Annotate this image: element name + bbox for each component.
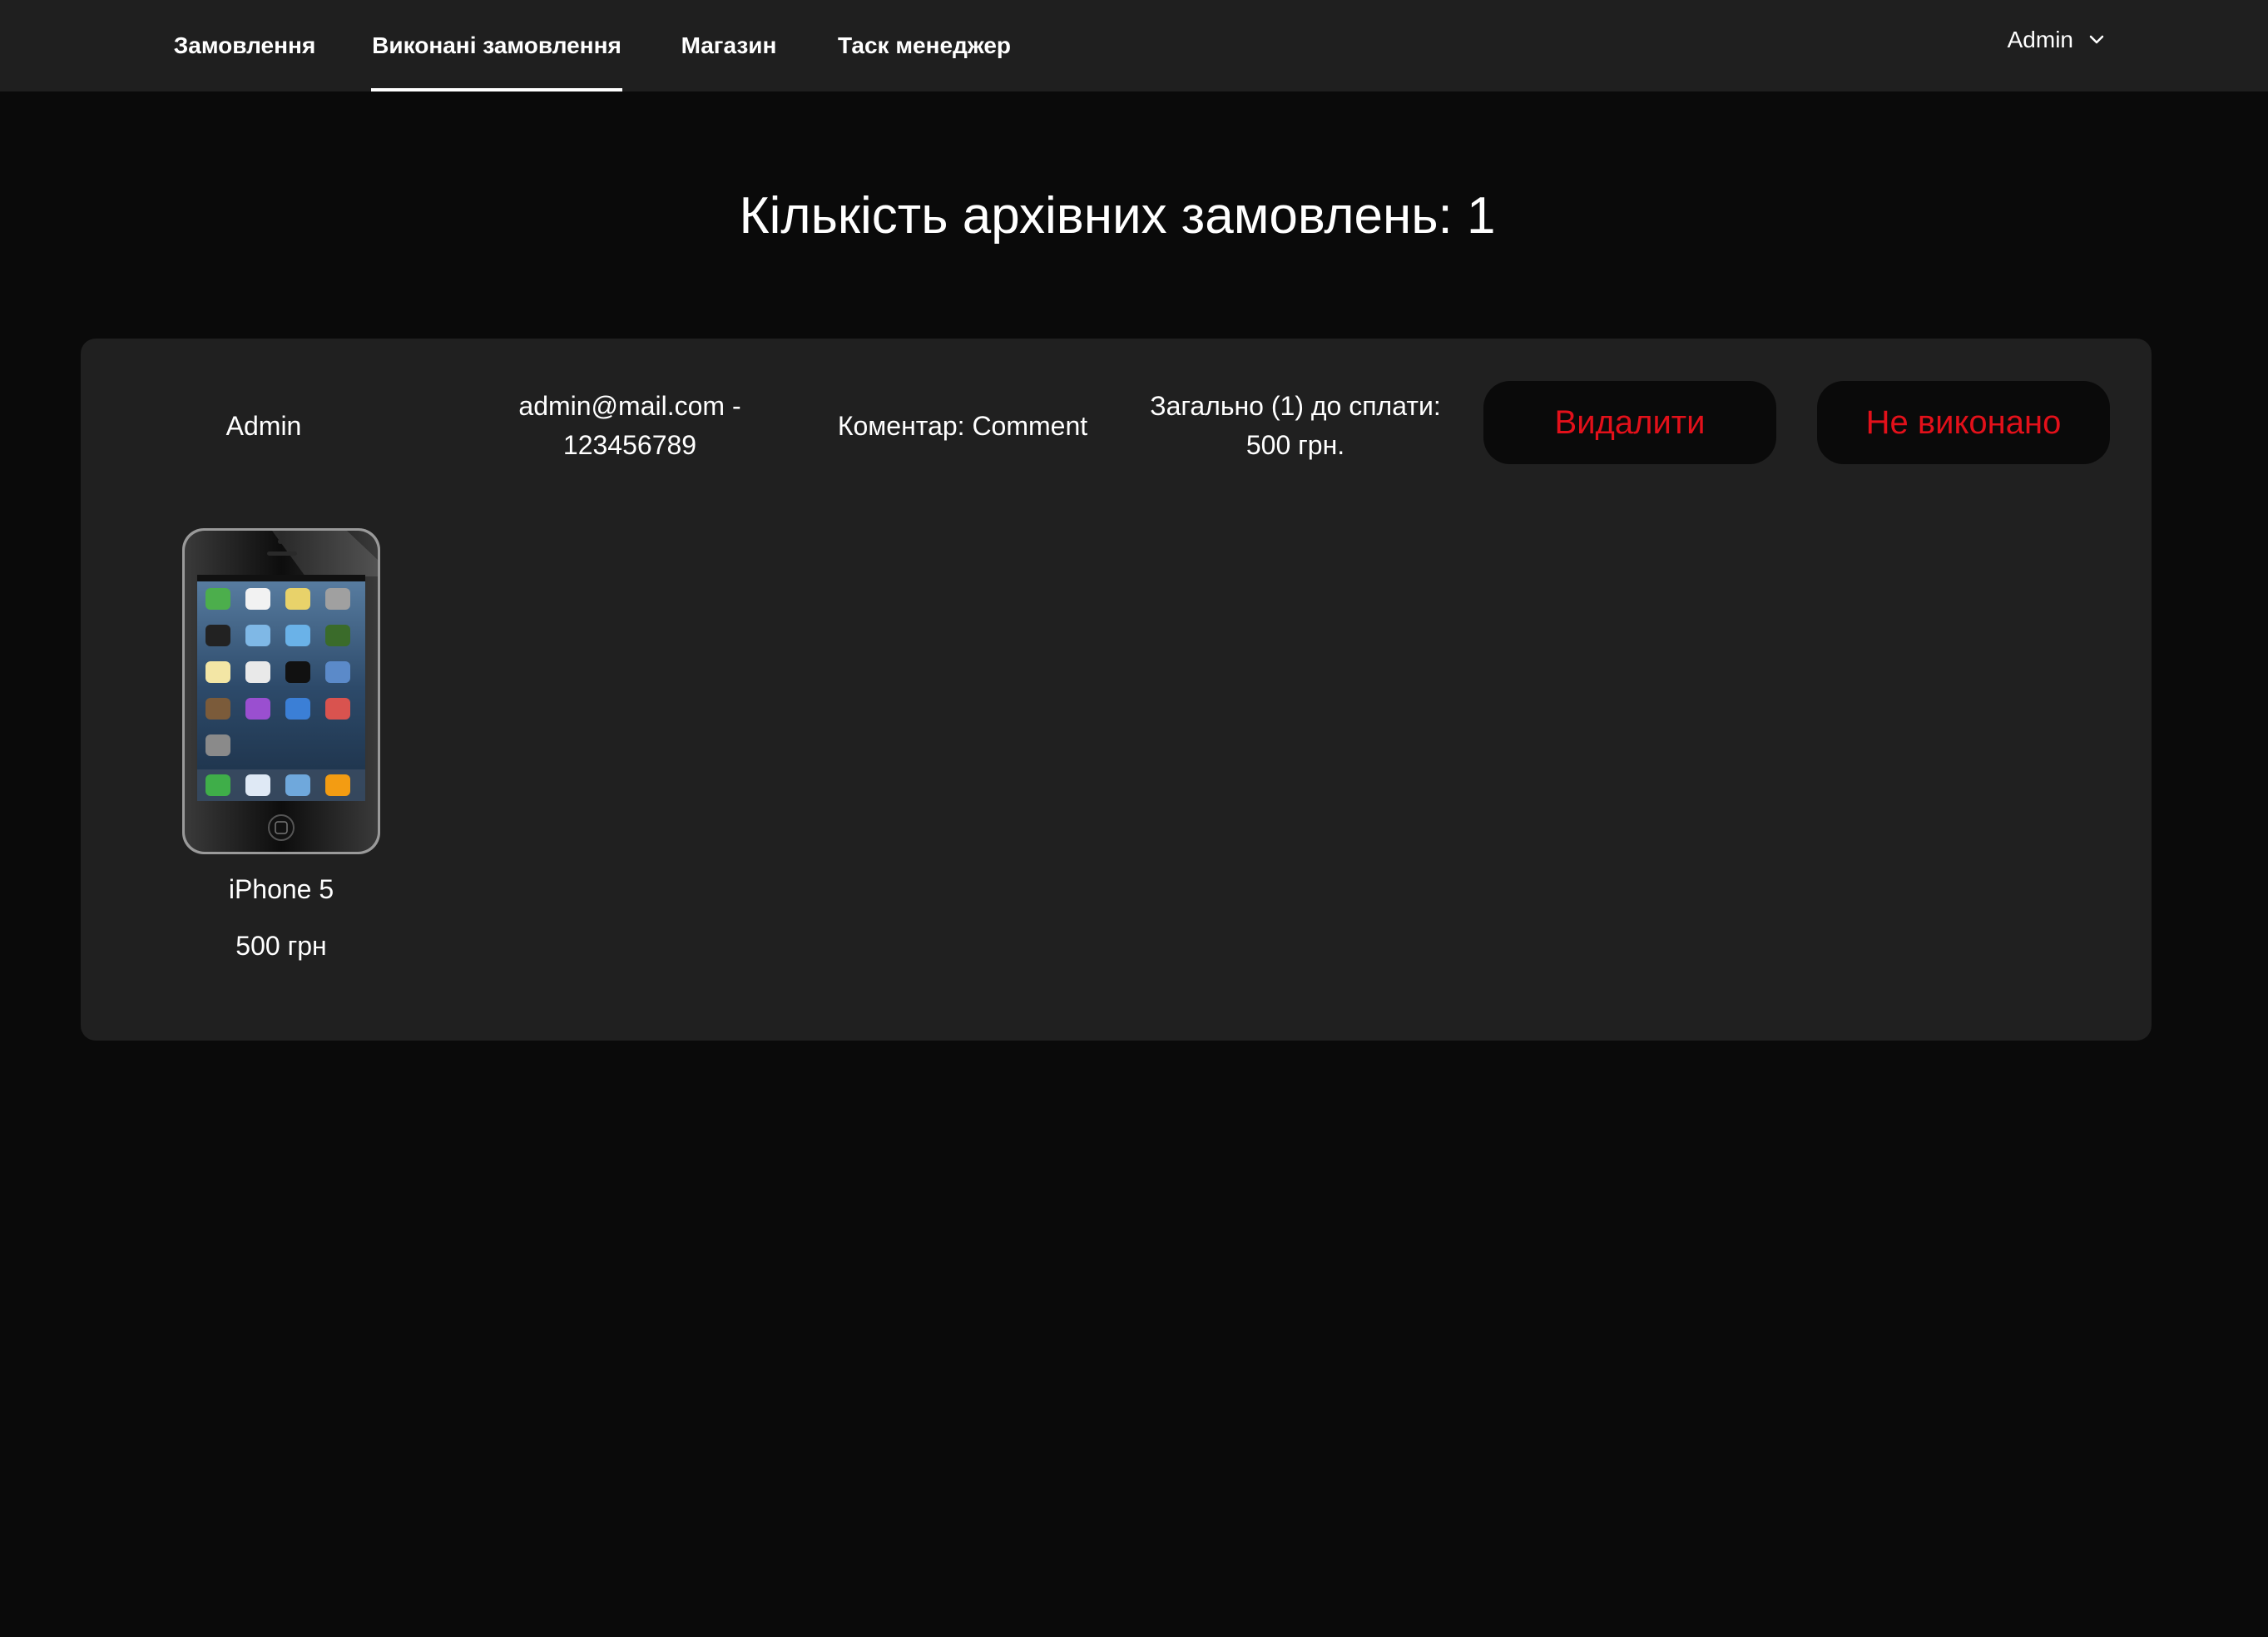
nav-completed-orders[interactable]: Виконані замовлення bbox=[371, 0, 622, 91]
order-card: Admin admin@mail.com - 123456789 Комента… bbox=[81, 339, 2152, 1041]
order-comment: Коментар: Comment bbox=[837, 410, 1088, 441]
order-customer-name: Admin bbox=[225, 410, 302, 441]
mark-not-done-button[interactable]: Не виконано bbox=[1817, 381, 2110, 464]
order-total-amount: 500 грн. bbox=[1245, 430, 1345, 460]
order-contact: admin@mail.com - 123456789 bbox=[480, 382, 780, 470]
order-total-label: Загально (1) до сплати: bbox=[1150, 391, 1441, 421]
top-navigation: Замовлення Виконані замовлення Магазин Т… bbox=[0, 0, 2268, 91]
nav-task-manager[interactable]: Таск менеджер bbox=[835, 0, 1013, 91]
chevron-down-icon bbox=[2088, 34, 2105, 46]
page-title: Кількість архівних замовлень: 1 bbox=[739, 187, 1496, 245]
product-price: 500 грн bbox=[235, 931, 327, 961]
user-name: Admin bbox=[2007, 27, 2073, 52]
product-image bbox=[182, 528, 380, 854]
order-phone: 123456789 bbox=[562, 430, 697, 460]
user-menu[interactable]: Admin bbox=[2008, 0, 2105, 80]
order-email: admin@mail.com - bbox=[518, 391, 741, 421]
nav-shop[interactable]: Магазин bbox=[676, 0, 782, 91]
order-total: Загально (1) до сплати: 500 грн. bbox=[1146, 382, 1445, 470]
nav-orders[interactable]: Замовлення bbox=[170, 0, 319, 91]
product-name: iPhone 5 bbox=[228, 874, 334, 904]
order-item: iPhone 5 500 грн bbox=[181, 527, 382, 962]
delete-button[interactable]: Видалити bbox=[1483, 381, 1776, 464]
